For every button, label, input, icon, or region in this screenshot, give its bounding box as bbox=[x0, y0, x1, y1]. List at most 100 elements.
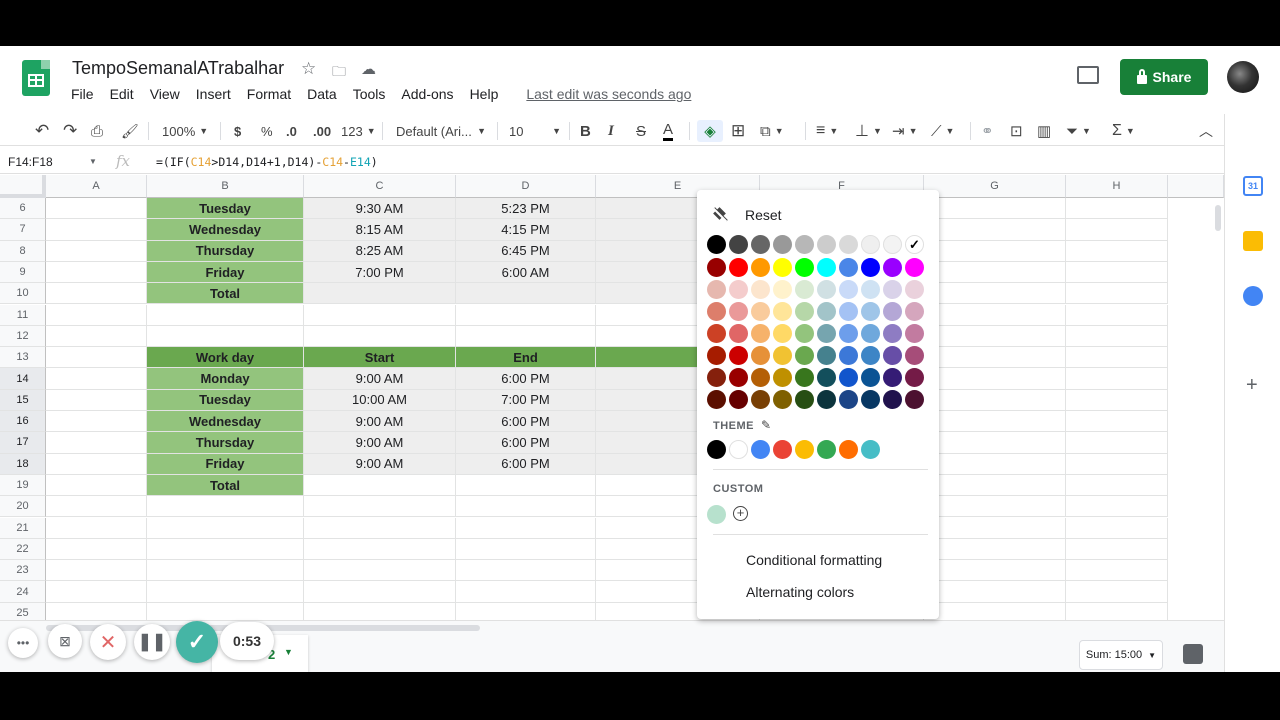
formula-input[interactable]: =(IF(C14>D14,D14+1,D14)-C14-E14) bbox=[156, 155, 378, 169]
cell-c15[interactable]: 10:00 AM bbox=[304, 389, 456, 411]
cell-d10[interactable] bbox=[456, 283, 596, 305]
cell-d22[interactable] bbox=[456, 538, 596, 561]
document-title[interactable]: TempoSemanalATrabalhar bbox=[72, 58, 284, 79]
cell-c24[interactable] bbox=[304, 581, 456, 603]
text-wrapping-icon[interactable]: ⇥ ▼ bbox=[892, 120, 918, 142]
zoom-select[interactable]: 100% ▼ bbox=[162, 120, 208, 142]
color-swatch[interactable] bbox=[839, 390, 858, 409]
cell-g15[interactable] bbox=[924, 389, 1066, 411]
cell-a14[interactable] bbox=[46, 368, 147, 390]
decrease-decimal-button[interactable]: .0 bbox=[286, 120, 297, 142]
cell-b24[interactable] bbox=[147, 581, 304, 603]
color-swatch[interactable] bbox=[905, 390, 924, 409]
color-swatch[interactable] bbox=[839, 302, 858, 321]
cell-b20[interactable] bbox=[147, 496, 304, 518]
merge-cells-icon[interactable]: ⧉ ▼ bbox=[760, 120, 784, 142]
color-swatch[interactable] bbox=[729, 390, 748, 409]
color-swatch[interactable] bbox=[839, 258, 858, 277]
cell-h7[interactable] bbox=[1066, 219, 1168, 241]
column-header-c[interactable]: C bbox=[304, 175, 456, 198]
cell-h20[interactable] bbox=[1066, 496, 1168, 518]
cell-a20[interactable] bbox=[46, 496, 147, 518]
alternating-colors-item[interactable]: Alternating colors bbox=[746, 584, 854, 600]
cell-h19[interactable] bbox=[1066, 474, 1168, 497]
theme-color-swatch[interactable] bbox=[729, 440, 748, 459]
cell-g13[interactable] bbox=[924, 347, 1066, 369]
vertical-scrollbar[interactable] bbox=[1212, 199, 1224, 617]
cell-d12[interactable] bbox=[456, 325, 596, 348]
cell-b13[interactable]: Work day bbox=[147, 347, 304, 369]
filter-icon[interactable]: ⏷ ▼ bbox=[1066, 120, 1091, 142]
cell-a10[interactable] bbox=[46, 283, 147, 305]
row-header-19[interactable]: 19 bbox=[0, 474, 46, 497]
cloud-status-icon[interactable]: ☁ bbox=[361, 60, 376, 78]
cell-d9[interactable]: 6:00 AM bbox=[456, 261, 596, 284]
cell-c10[interactable] bbox=[304, 283, 456, 305]
theme-color-swatch[interactable] bbox=[861, 440, 880, 459]
row-header-13[interactable]: 13 bbox=[0, 347, 46, 369]
cell-c18[interactable]: 9:00 AM bbox=[304, 453, 456, 475]
color-swatch[interactable] bbox=[861, 324, 880, 343]
cell-d16[interactable]: 6:00 PM bbox=[456, 411, 596, 433]
sum-summary[interactable]: Sum: 15:00 ▼ bbox=[1079, 640, 1163, 670]
color-swatch[interactable] bbox=[817, 235, 836, 254]
finish-recording-icon[interactable]: ✓ bbox=[176, 621, 218, 663]
cell-c25[interactable] bbox=[304, 602, 456, 620]
column-header-b[interactable]: B bbox=[147, 175, 304, 198]
cell-h11[interactable] bbox=[1066, 304, 1168, 326]
cell-g9[interactable] bbox=[924, 261, 1066, 284]
color-swatch[interactable] bbox=[707, 302, 726, 321]
insert-comment-icon[interactable]: ⊡ bbox=[1010, 120, 1023, 142]
spreadsheet-grid[interactable]: ABCDEFGH6Tuesday9:30 AM5:23 PM0:307Wedne… bbox=[0, 175, 1224, 620]
row-header-7[interactable]: 7 bbox=[0, 219, 46, 241]
menu-addons[interactable]: Add-ons bbox=[393, 86, 461, 102]
cell-b10[interactable]: Total bbox=[147, 283, 304, 305]
color-swatch[interactable] bbox=[817, 368, 836, 387]
cell-h21[interactable] bbox=[1066, 517, 1168, 539]
cell-b23[interactable] bbox=[147, 560, 304, 582]
color-swatch[interactable] bbox=[883, 368, 902, 387]
avatar[interactable] bbox=[1227, 61, 1259, 93]
cell-h24[interactable] bbox=[1066, 581, 1168, 603]
sheets-logo-icon[interactable] bbox=[22, 60, 50, 96]
cell-a17[interactable] bbox=[46, 432, 147, 454]
calendar-icon[interactable]: 31 bbox=[1243, 176, 1263, 196]
custom-color-swatch[interactable] bbox=[707, 505, 726, 524]
cell-g17[interactable] bbox=[924, 432, 1066, 454]
color-swatch[interactable] bbox=[773, 346, 792, 365]
name-box[interactable]: F14:F18 bbox=[8, 155, 53, 169]
star-icon[interactable]: ☆ bbox=[301, 59, 316, 79]
cell-h23[interactable] bbox=[1066, 560, 1168, 582]
menu-help[interactable]: Help bbox=[462, 86, 507, 102]
menu-file[interactable]: File bbox=[63, 86, 102, 102]
cell-a7[interactable] bbox=[46, 219, 147, 241]
paint-format-icon[interactable]: 🖌 bbox=[121, 120, 139, 142]
cell-h9[interactable] bbox=[1066, 261, 1168, 284]
cell-d11[interactable] bbox=[456, 304, 596, 326]
color-swatch[interactable] bbox=[773, 258, 792, 277]
cell-d13[interactable]: End bbox=[456, 347, 596, 369]
cell-b14[interactable]: Monday bbox=[147, 368, 304, 390]
fill-color-icon[interactable]: ◈ bbox=[697, 120, 723, 142]
functions-icon[interactable]: Σ ▼ bbox=[1112, 120, 1135, 142]
cell-d7[interactable]: 4:15 PM bbox=[456, 219, 596, 241]
color-swatch[interactable] bbox=[707, 235, 726, 254]
cell-a19[interactable] bbox=[46, 474, 147, 497]
cell-c17[interactable]: 9:00 AM bbox=[304, 432, 456, 454]
color-swatch[interactable] bbox=[883, 346, 902, 365]
bold-button[interactable]: B bbox=[580, 120, 591, 142]
color-swatch[interactable] bbox=[817, 346, 836, 365]
color-swatch[interactable] bbox=[839, 235, 858, 254]
color-swatch[interactable] bbox=[751, 368, 770, 387]
last-edit-link[interactable]: Last edit was seconds ago bbox=[518, 86, 699, 102]
reset-color-button[interactable]: Reset bbox=[713, 207, 782, 223]
select-all-corner[interactable] bbox=[0, 175, 46, 198]
cell-d14[interactable]: 6:00 PM bbox=[456, 368, 596, 390]
color-swatch[interactable] bbox=[707, 324, 726, 343]
cell-h17[interactable] bbox=[1066, 432, 1168, 454]
theme-color-swatch[interactable] bbox=[707, 440, 726, 459]
cell-b18[interactable]: Friday bbox=[147, 453, 304, 475]
row-header-9[interactable]: 9 bbox=[0, 261, 46, 284]
cell-d24[interactable] bbox=[456, 581, 596, 603]
color-swatch[interactable] bbox=[751, 258, 770, 277]
